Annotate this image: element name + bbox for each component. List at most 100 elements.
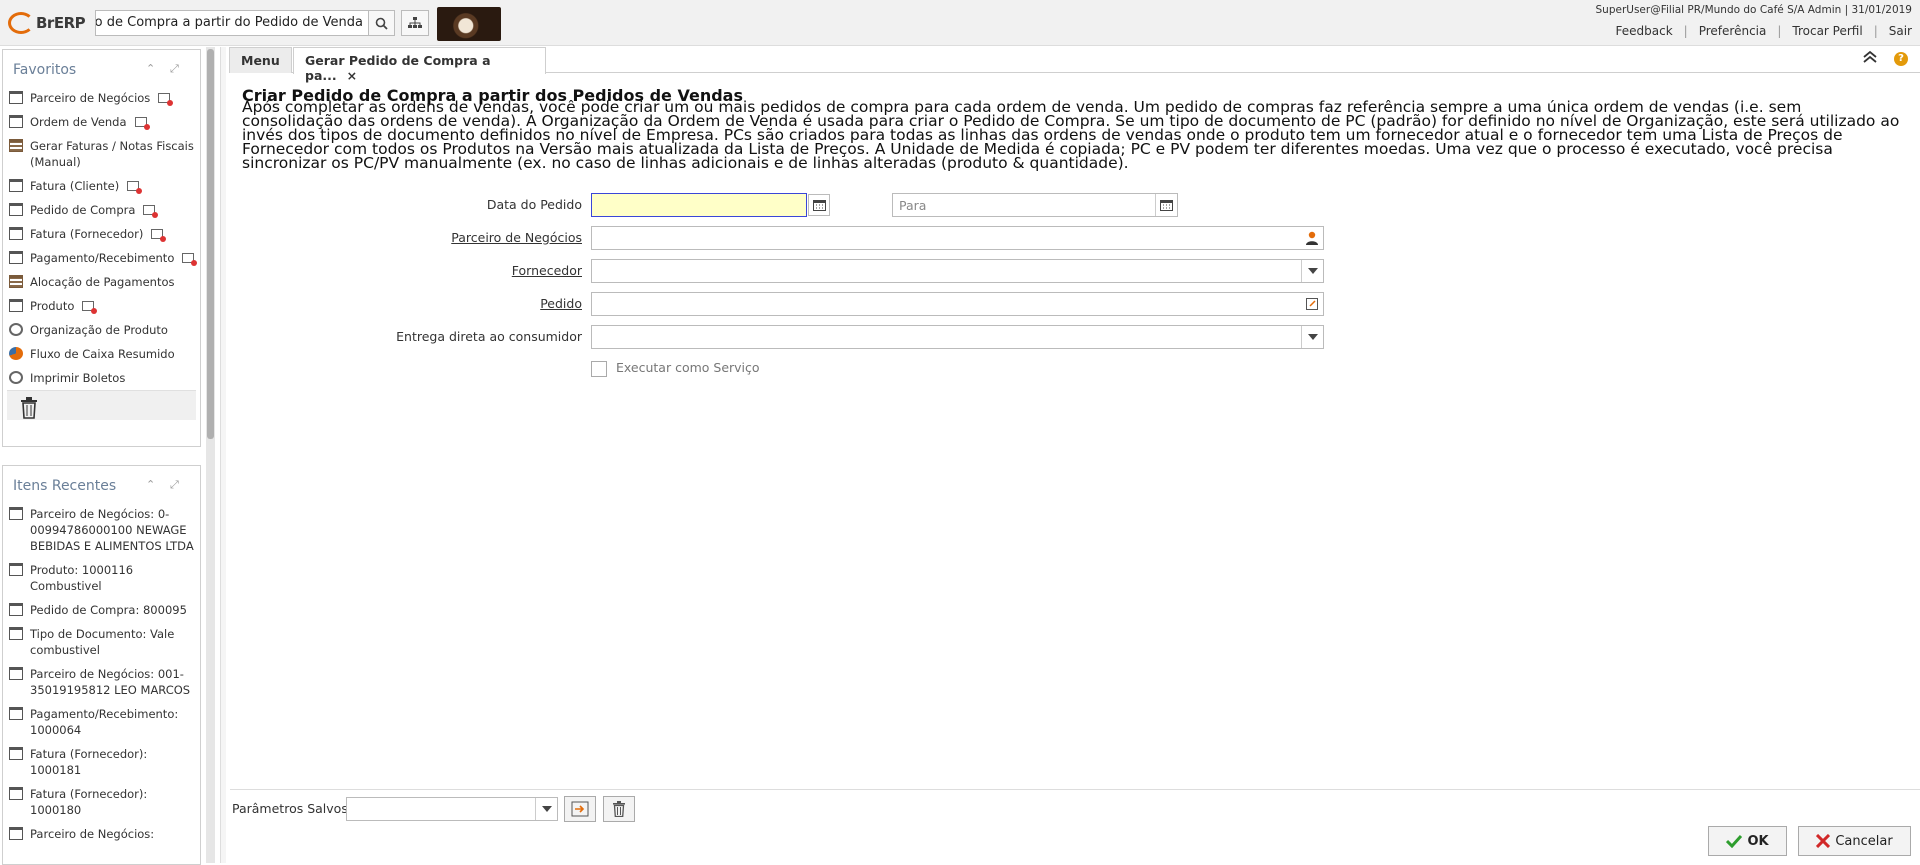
favorite-item[interactable]: Ordem de Venda — [3, 110, 200, 134]
bpartner-label[interactable]: Parceiro de Negócios — [451, 230, 582, 245]
saved-params-dropdown[interactable] — [535, 798, 557, 820]
saved-params-select[interactable] — [346, 797, 558, 821]
recent-item[interactable]: Parceiro de Negócios: — [3, 822, 200, 846]
dropship-dropdown-button[interactable] — [1301, 326, 1323, 348]
sidebar-scrollbar[interactable] — [206, 47, 215, 863]
window-icon — [9, 91, 23, 104]
window-icon — [9, 707, 23, 720]
run-as-service-label: Executar como Serviço — [616, 360, 760, 375]
favorite-item[interactable]: Alocação de Pagamentos — [3, 270, 200, 294]
favorite-label: Pagamento/Recebimento — [30, 251, 175, 265]
recent-item[interactable]: Parceiro de Negócios: 0-00994786000100 N… — [3, 502, 200, 558]
new-record-icon[interactable] — [182, 253, 198, 266]
order-label[interactable]: Pedido — [540, 296, 582, 311]
brerp-logo[interactable]: BrERP — [8, 8, 86, 38]
new-record-icon[interactable] — [158, 93, 174, 106]
process-dialog: Criar Pedido de Compra a partir dos Pedi… — [230, 74, 1920, 863]
expand-icon[interactable]: ⤢ — [170, 62, 179, 76]
import-icon — [571, 801, 589, 817]
global-search[interactable]: Gerar Pedido de Compra a partir do Pedid… — [95, 10, 395, 36]
window-icon — [9, 115, 23, 128]
collapse-icon[interactable]: ⌃ — [146, 478, 155, 491]
favorite-item[interactable]: Gerar Faturas / Notas Fiscais (Manual) — [3, 134, 200, 174]
date-from-field[interactable] — [591, 193, 830, 217]
footer-divider — [230, 789, 1920, 790]
recent-item[interactable]: Produto: 1000116 Combustivel — [3, 558, 200, 598]
tab-menu[interactable]: Menu — [229, 47, 292, 73]
favorite-item[interactable]: Produto — [3, 294, 200, 318]
help-icon[interactable]: ? — [1894, 52, 1908, 66]
run-as-service-checkbox[interactable] — [591, 361, 607, 377]
calendar-button[interactable] — [808, 194, 830, 216]
vendor-label[interactable]: Fornecedor — [512, 263, 582, 278]
vendor-row: Fornecedor — [230, 259, 582, 283]
scroll-thumb[interactable] — [207, 49, 214, 439]
header-bar: BrERP Gerar Pedido de Compra a partir do… — [0, 0, 1920, 46]
header-links: Feedback | Preferência | Trocar Perfil | Sa… — [1615, 24, 1912, 38]
menu-tree-button[interactable] — [401, 10, 429, 36]
favorites-list: Parceiro de Negócios Ordem de Venda Gerar … — [3, 86, 200, 390]
favorite-label: Fluxo de Caixa Resumido — [30, 347, 175, 361]
collapse-header-icon[interactable] — [1862, 50, 1878, 64]
order-field[interactable] — [591, 292, 1324, 316]
chevron-down-icon — [1307, 334, 1318, 340]
new-record-icon[interactable] — [127, 181, 143, 194]
search-button[interactable] — [368, 11, 394, 35]
window-icon — [9, 747, 23, 760]
preference-link[interactable]: Preferência — [1699, 24, 1767, 38]
trash-icon[interactable] — [19, 397, 39, 419]
report-icon — [9, 347, 23, 360]
favorite-item[interactable]: Fatura (Cliente) — [3, 174, 200, 198]
recent-list: Parceiro de Negócios: 0-00994786000100 N… — [3, 502, 200, 846]
logo-mark-icon — [8, 12, 34, 34]
window-tabs: Menu Gerar Pedido de Compra a pa... × — [229, 47, 1920, 83]
calendar-button[interactable] — [1155, 194, 1177, 216]
chevron-down-icon — [1307, 268, 1318, 274]
recent-label: Parceiro de Negócios: 0-00994786000100 N… — [30, 507, 194, 553]
check-icon — [1726, 834, 1743, 848]
tab-process[interactable]: Gerar Pedido de Compra a pa... × — [293, 47, 546, 83]
trash-icon — [613, 801, 625, 817]
ok-button[interactable]: OK — [1708, 826, 1787, 856]
expand-icon[interactable]: ⤢ — [170, 478, 179, 492]
new-record-icon[interactable] — [143, 205, 159, 218]
recent-item[interactable]: Parceiro de Negócios: 001-35019195812 LE… — [3, 662, 200, 702]
save-params-button[interactable] — [564, 796, 596, 822]
delete-params-button[interactable] — [603, 796, 635, 822]
feedback-link[interactable]: Feedback — [1616, 24, 1673, 38]
panel-splitter[interactable] — [220, 47, 226, 863]
recent-item[interactable]: Tipo de Documento: Vale combustivel — [3, 622, 200, 662]
dropship-select[interactable] — [591, 325, 1324, 349]
chevron-down-icon — [541, 806, 552, 812]
logout-link[interactable]: Sair — [1889, 24, 1912, 38]
favorites-panel: Favoritos ⌃ ⤢ Parceiro de Negócios Ordem … — [2, 49, 201, 447]
recent-item[interactable]: Fatura (Fornecedor): 1000180 — [3, 782, 200, 822]
favorite-item[interactable]: Imprimir Boletos — [3, 366, 200, 390]
favorite-item[interactable]: Parceiro de Negócios — [3, 86, 200, 110]
order-search-button[interactable] — [1301, 293, 1323, 315]
vendor-select[interactable] — [591, 259, 1324, 283]
search-input[interactable]: Gerar Pedido de Compra a partir do Pedid… — [96, 11, 368, 35]
recent-item[interactable]: Pedido de Compra: 800095 — [3, 598, 200, 622]
favorite-item[interactable]: Fatura (Fornecedor) — [3, 222, 200, 246]
bpartner-field[interactable] — [591, 226, 1324, 250]
recent-item[interactable]: Fatura (Fornecedor): 1000181 — [3, 742, 200, 782]
new-record-icon[interactable] — [151, 229, 167, 242]
favorite-item[interactable]: Pagamento/Recebimento — [3, 246, 200, 270]
favorite-item[interactable]: Fluxo de Caixa Resumido — [3, 342, 200, 366]
recent-label: Fatura (Fornecedor): 1000181 — [30, 747, 148, 777]
favorite-item[interactable]: Pedido de Compra — [3, 198, 200, 222]
recent-title: Itens Recentes ⌃ ⤢ — [13, 478, 179, 494]
new-record-icon[interactable] — [134, 117, 150, 130]
change-role-link[interactable]: Trocar Perfil — [1792, 24, 1862, 38]
edit-search-icon — [1306, 298, 1318, 310]
date-to-field[interactable]: Para — [892, 193, 1178, 217]
favorite-item[interactable]: Organização de Produto — [3, 318, 200, 342]
cancel-button[interactable]: Cancelar — [1798, 826, 1911, 856]
new-record-icon[interactable] — [82, 301, 98, 314]
recent-item[interactable]: Pagamento/Recebimento: 1000064 — [3, 702, 200, 742]
collapse-icon[interactable]: ⌃ — [146, 62, 155, 75]
vendor-dropdown-button[interactable] — [1301, 260, 1323, 282]
form-icon — [9, 139, 23, 152]
bpartner-lookup-button[interactable] — [1301, 227, 1323, 249]
